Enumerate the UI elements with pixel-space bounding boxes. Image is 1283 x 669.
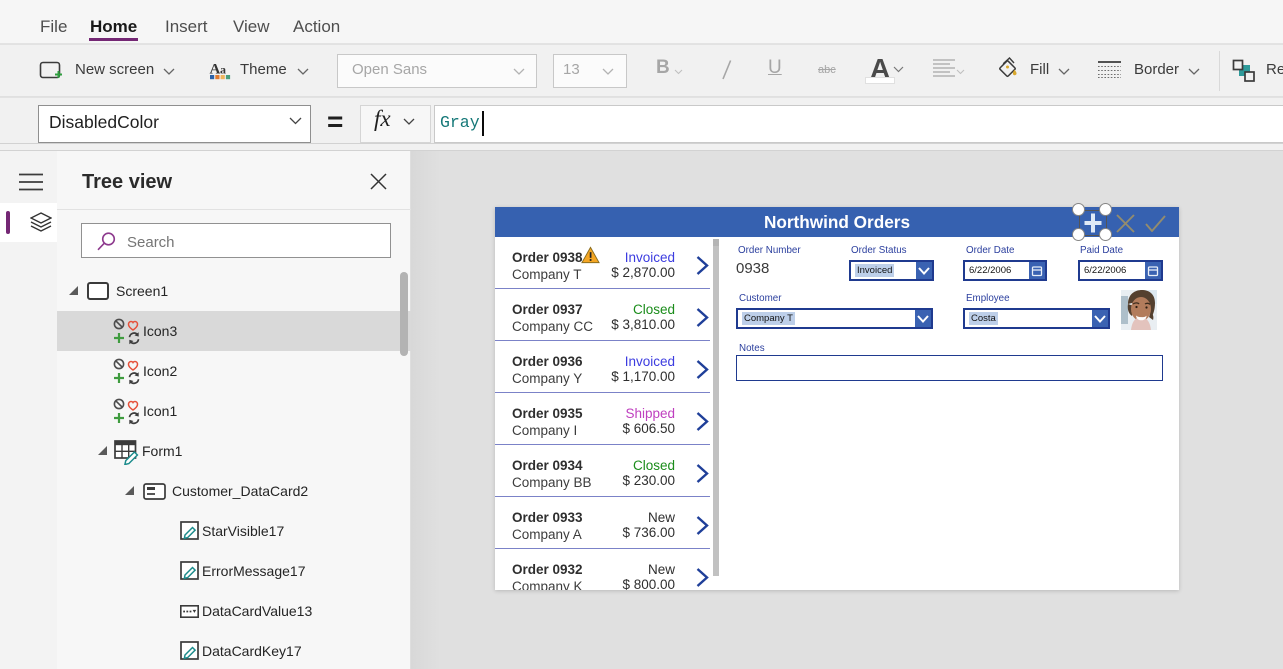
svg-text:a: a bbox=[220, 63, 226, 77]
